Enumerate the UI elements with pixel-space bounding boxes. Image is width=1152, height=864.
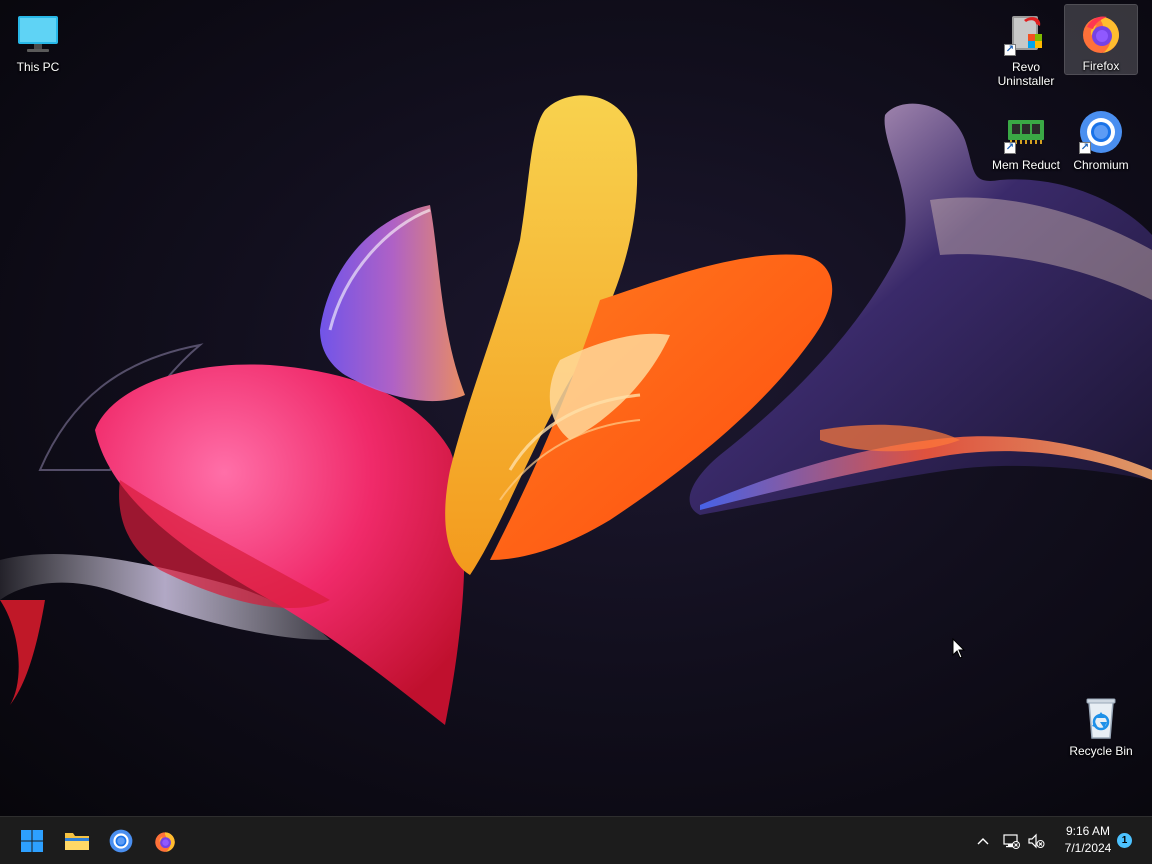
desktop-icon-label: This PC <box>16 60 60 74</box>
clock-button[interactable]: 9:16 AM 7/1/2024 <box>1052 823 1124 857</box>
desktop-icon-chromium[interactable]: ↗ Chromium <box>1065 104 1137 172</box>
tray-overflow-button[interactable] <box>972 817 994 864</box>
desktop-icon-firefox[interactable]: Firefox <box>1064 4 1138 75</box>
desktop-icon-mem-reduct[interactable]: ↗ Mem Reduct <box>990 104 1062 172</box>
taskbar-firefox-button[interactable] <box>145 821 185 861</box>
desktop-icon-this-pc[interactable]: This PC <box>2 6 74 74</box>
desktop-icon-label: Mem Reduct <box>991 158 1061 172</box>
desktop[interactable]: This PC ↗ Revo Uninstaller Firefox ↗ Mem… <box>0 0 1152 816</box>
notification-badge[interactable]: 1 <box>1117 833 1132 848</box>
taskbar-chromium-button[interactable] <box>101 821 141 861</box>
chevron-up-icon <box>977 837 989 844</box>
clock-time: 9:16 AM <box>1065 824 1111 838</box>
firefox-icon <box>155 832 175 852</box>
taskbar: 9:16 AM 7/1/2024 1 <box>0 816 1152 864</box>
shortcut-arrow-icon: ↗ <box>1004 44 1016 56</box>
desktop-icon-recycle-bin[interactable]: Recycle Bin <box>1065 690 1137 758</box>
desktop-icon-label: Revo Uninstaller <box>997 60 1055 88</box>
folder-icon <box>65 833 89 850</box>
taskbar-file-explorer-button[interactable] <box>57 821 97 861</box>
recycle-bin-icon <box>1077 694 1125 742</box>
firefox-icon <box>1077 9 1125 57</box>
chromium-icon <box>109 829 133 853</box>
start-button[interactable] <box>12 821 52 861</box>
desktop-icon-label: Recycle Bin <box>1069 744 1133 758</box>
desktop-icon-revo-uninstaller[interactable]: ↗ Revo Uninstaller <box>990 6 1062 88</box>
network-disconnected-icon <box>1003 833 1020 849</box>
volume-button[interactable] <box>1025 817 1047 864</box>
desktop-icon-label: Firefox <box>1082 59 1120 73</box>
shortcut-arrow-icon: ↗ <box>1004 142 1016 154</box>
chromium-icon: ↗ <box>1077 108 1125 156</box>
monitor-icon <box>14 10 62 58</box>
clock-date: 7/1/2024 <box>1064 841 1112 855</box>
desktop-icon-label: Chromium <box>1073 158 1129 172</box>
wallpaper <box>0 95 1152 725</box>
windows-start-icon <box>21 830 43 852</box>
shortcut-arrow-icon: ↗ <box>1079 142 1091 154</box>
mouse-cursor-icon <box>952 638 966 659</box>
volume-muted-icon <box>1028 833 1045 848</box>
revo-uninstaller-icon: ↗ <box>1002 10 1050 58</box>
mem-reduct-icon: ↗ <box>1002 108 1050 156</box>
network-button[interactable] <box>1000 817 1022 864</box>
